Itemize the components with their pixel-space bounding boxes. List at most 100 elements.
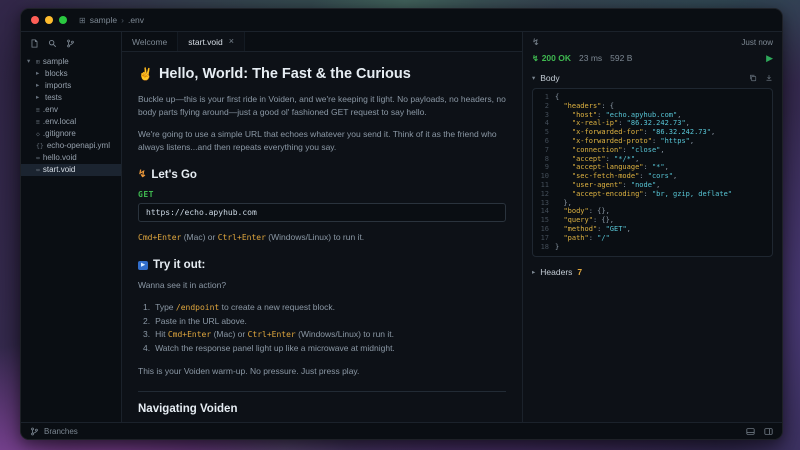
- search-icon[interactable]: [48, 39, 57, 48]
- sidebar: ▾⊞sample▸blocks▸imports▸tests≡.env≡.env.…: [21, 32, 122, 422]
- tree-item-gitignore[interactable]: ◇.gitignore: [21, 128, 121, 140]
- json-punct: }: [555, 243, 559, 251]
- tab-start-void[interactable]: start.void×: [178, 32, 245, 51]
- copy-icon[interactable]: [749, 74, 757, 82]
- try-it-out-heading-text: Try it out:: [153, 259, 205, 271]
- json-punct: {: [555, 93, 559, 101]
- response-body-json[interactable]: 1{2 "headers": {3 "host": "echo.apyhub.c…: [532, 88, 773, 257]
- json-key: "x-forwarded-for": [572, 128, 644, 136]
- json-key: "body": [563, 207, 588, 215]
- line-number: 13: [533, 199, 555, 208]
- json-line: 18}: [533, 243, 766, 252]
- line-number: 5: [533, 128, 555, 137]
- sidebar-toolbar: [21, 32, 121, 54]
- download-icon[interactable]: [765, 74, 773, 82]
- json-code: "accept": "*/*",: [555, 155, 639, 164]
- json-line: 1{: [533, 93, 766, 102]
- file-icon: ◇: [36, 128, 40, 140]
- tree-item-imports[interactable]: ▸imports: [21, 80, 121, 92]
- close-icon[interactable]: ×: [229, 37, 234, 46]
- tree-item-env[interactable]: ≡.env: [21, 104, 121, 116]
- json-line: 6 "x-forwarded-proto": "https",: [533, 137, 766, 146]
- lets-go-heading-text: Let's Go: [151, 169, 197, 181]
- status-badge: ↯ 200 OK: [532, 53, 571, 63]
- text-run: Watch the response panel light up like a…: [155, 343, 395, 353]
- json-code: "query": {},: [555, 216, 614, 225]
- tree-item-start-void[interactable]: ∞start.void: [21, 164, 121, 176]
- json-code: {: [555, 93, 559, 102]
- page-title-text: Hello, World: The Fast & the Curious: [159, 66, 411, 82]
- json-key: "path": [563, 234, 588, 242]
- json-punct: [555, 155, 572, 163]
- json-punct: :: [589, 234, 597, 242]
- request-method-label[interactable]: GET: [138, 190, 506, 199]
- divider: [138, 391, 506, 392]
- tree-item-echo-openapi-yml[interactable]: {}echo-openapi.yml: [21, 140, 121, 152]
- text-run: to create a new request block.: [219, 302, 335, 312]
- tree-item-tests[interactable]: ▸tests: [21, 92, 121, 104]
- tree-item-sample[interactable]: ▾⊞sample: [21, 56, 121, 68]
- json-line: 7 "connection": "close",: [533, 146, 766, 155]
- step-item: 3.Hit Cmd+Enter (Mac) or Ctrl+Enter (Win…: [143, 328, 506, 342]
- breadcrumb-file[interactable]: .env: [128, 15, 144, 25]
- json-punct: ,: [627, 225, 631, 233]
- json-line: 8 "accept": "*/*",: [533, 155, 766, 164]
- step-number: 4.: [143, 342, 150, 356]
- request-flash-icon: ↯: [532, 37, 540, 48]
- run-hint: Cmd+Enter (Mac) or Ctrl+Enter (Windows/L…: [138, 231, 506, 244]
- inline-code: Ctrl+Enter: [218, 233, 266, 242]
- line-number: 4: [533, 119, 555, 128]
- text-run: (Mac) or: [211, 329, 247, 339]
- json-line: 5 "x-forwarded-for": "86.32.242.73",: [533, 128, 766, 137]
- json-key: "method": [563, 225, 597, 233]
- json-punct: ,: [635, 155, 639, 163]
- json-key: "user-agent": [572, 181, 623, 189]
- minimize-window-button[interactable]: [45, 16, 53, 24]
- tab-welcome[interactable]: Welcome: [122, 32, 178, 51]
- json-string: "/": [597, 234, 610, 242]
- json-punct: ,: [656, 181, 660, 189]
- tree-item-blocks[interactable]: ▸blocks: [21, 68, 121, 80]
- toggle-panel-bottom-icon[interactable]: [746, 427, 755, 436]
- text-run: (Mac) or: [181, 232, 217, 242]
- breadcrumb-root[interactable]: sample: [90, 15, 117, 25]
- json-line: 16 "method": "GET",: [533, 225, 766, 234]
- request-url-input[interactable]: https://echo.apyhub.com: [138, 203, 506, 222]
- titlebar: ⊞ sample › .env: [21, 9, 782, 32]
- json-punct: :: [597, 111, 605, 119]
- json-punct: :: [622, 146, 630, 154]
- tab-label: Welcome: [132, 37, 167, 47]
- close-window-button[interactable]: [31, 16, 39, 24]
- json-code: "method": "GET",: [555, 225, 631, 234]
- zoom-window-button[interactable]: [59, 16, 67, 24]
- bolt-icon: ↯: [138, 170, 146, 180]
- inline-code: Ctrl+Enter: [248, 330, 296, 339]
- text-run: (Windows/Linux) to run it.: [296, 329, 394, 339]
- tab-bar: Welcome start.void×: [122, 32, 522, 52]
- chevron-icon: ▸: [36, 68, 42, 80]
- toggle-panel-right-icon[interactable]: [764, 427, 773, 436]
- line-number: 18: [533, 243, 555, 252]
- body-section-header[interactable]: ▾ Body: [523, 69, 782, 87]
- page-title: ✌ Hello, World: The Fast & the Curious: [138, 66, 506, 82]
- json-code: "body": {},: [555, 207, 610, 216]
- intro-paragraph-1: Buckle up—this is your first ride in Voi…: [138, 93, 506, 119]
- json-code: "accept-language": "*",: [555, 163, 669, 172]
- json-line: 2 "headers": {: [533, 102, 766, 111]
- chevron-icon: ▾: [27, 56, 33, 68]
- json-punct: :: [639, 172, 647, 180]
- line-number: 9: [533, 163, 555, 172]
- new-file-icon[interactable]: [30, 39, 39, 48]
- json-key: "accept-encoding": [572, 190, 644, 198]
- json-line: 17 "path": "/": [533, 234, 766, 243]
- headers-section-header[interactable]: ▸ Headers 7: [523, 263, 782, 281]
- step-text: Type /endpoint to create a new request b…: [155, 301, 335, 315]
- git-icon[interactable]: [66, 39, 75, 48]
- warmup-text: This is your Voiden warm-up. No pressure…: [138, 365, 506, 378]
- run-request-button[interactable]: ▶: [766, 54, 773, 63]
- tree-item-hello-void[interactable]: ∞hello.void: [21, 152, 121, 164]
- tree-item-env-local[interactable]: ≡.env.local: [21, 116, 121, 128]
- branches-button[interactable]: Branches: [30, 427, 78, 436]
- tree-item-label: hello.void: [43, 152, 77, 164]
- json-code: "x-real-ip": "86.32.242.73",: [555, 119, 690, 128]
